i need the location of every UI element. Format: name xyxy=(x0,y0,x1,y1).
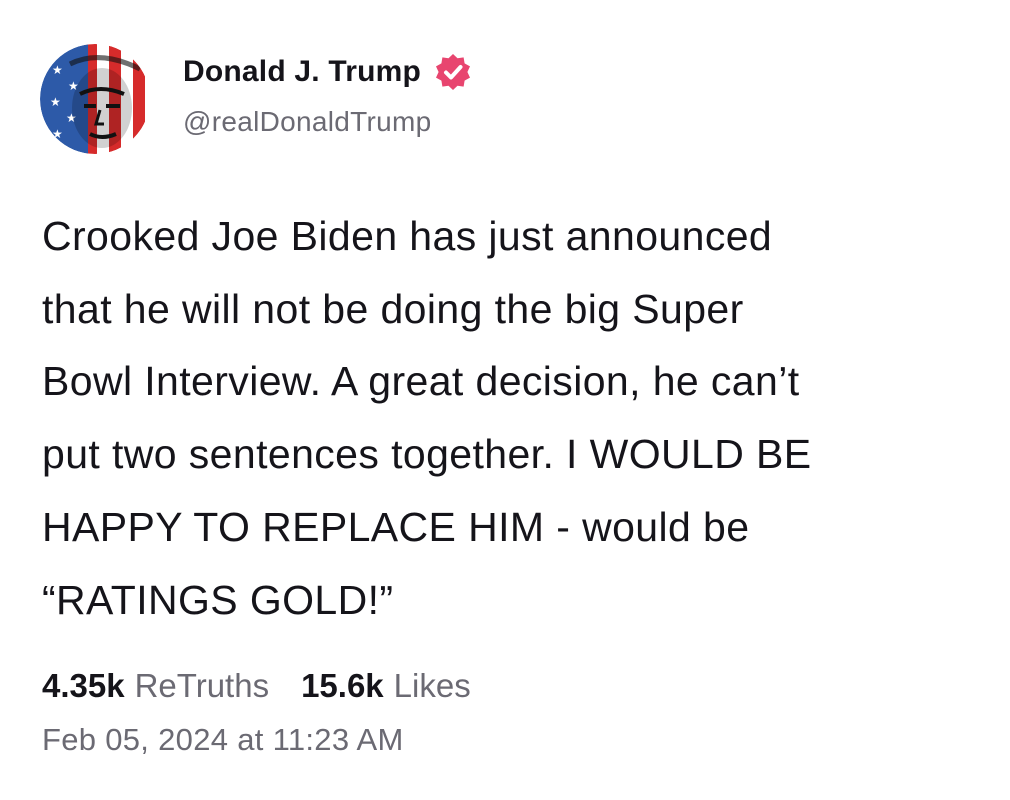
svg-text:★: ★ xyxy=(52,127,63,141)
retruths-label: ReTruths xyxy=(134,667,270,704)
likes-stat[interactable]: 15.6k Likes xyxy=(301,664,471,708)
likes-label: Likes xyxy=(393,667,471,704)
post-text-line: put two sentences together. I WOULD BE xyxy=(42,431,812,478)
author-display-name[interactable]: Donald J. Trump xyxy=(183,55,421,89)
svg-text:★: ★ xyxy=(52,63,63,77)
post-stats: 4.35k ReTruths 15.6k Likes xyxy=(42,664,471,708)
svg-text:★: ★ xyxy=(50,95,61,109)
author-avatar[interactable]: ★ ★ ★ ★ ★ xyxy=(40,44,150,154)
truth-post: ★ ★ ★ ★ ★ Donald J. Trump @realDonaldTru… xyxy=(0,0,1010,800)
post-text-line: Bowl Interview. A great decision, he can… xyxy=(42,358,800,405)
verified-badge-icon xyxy=(433,52,473,92)
post-timestamp: Feb 05, 2024 at 11:23 AM xyxy=(42,722,404,757)
author-info: Donald J. Trump @realDonaldTrump xyxy=(183,52,473,138)
post-content: Crooked Joe Biden has just announced tha… xyxy=(42,200,972,636)
post-text-line: HAPPY TO REPLACE HIM - would be xyxy=(42,503,750,550)
likes-count: 15.6k xyxy=(301,667,384,704)
flag-portrait-avatar-icon: ★ ★ ★ ★ ★ xyxy=(40,44,150,154)
author-name-row: Donald J. Trump xyxy=(183,52,473,92)
post-text-line: Crooked Joe Biden has just announced xyxy=(42,213,773,259)
author-handle[interactable]: @realDonaldTrump xyxy=(183,106,473,138)
post-text-line: that he will not be doing the big Super xyxy=(42,285,744,332)
retruths-count: 4.35k xyxy=(42,667,125,704)
post-text-line: “RATINGS GOLD!” xyxy=(42,576,394,623)
retruths-stat[interactable]: 4.35k ReTruths xyxy=(42,664,269,708)
